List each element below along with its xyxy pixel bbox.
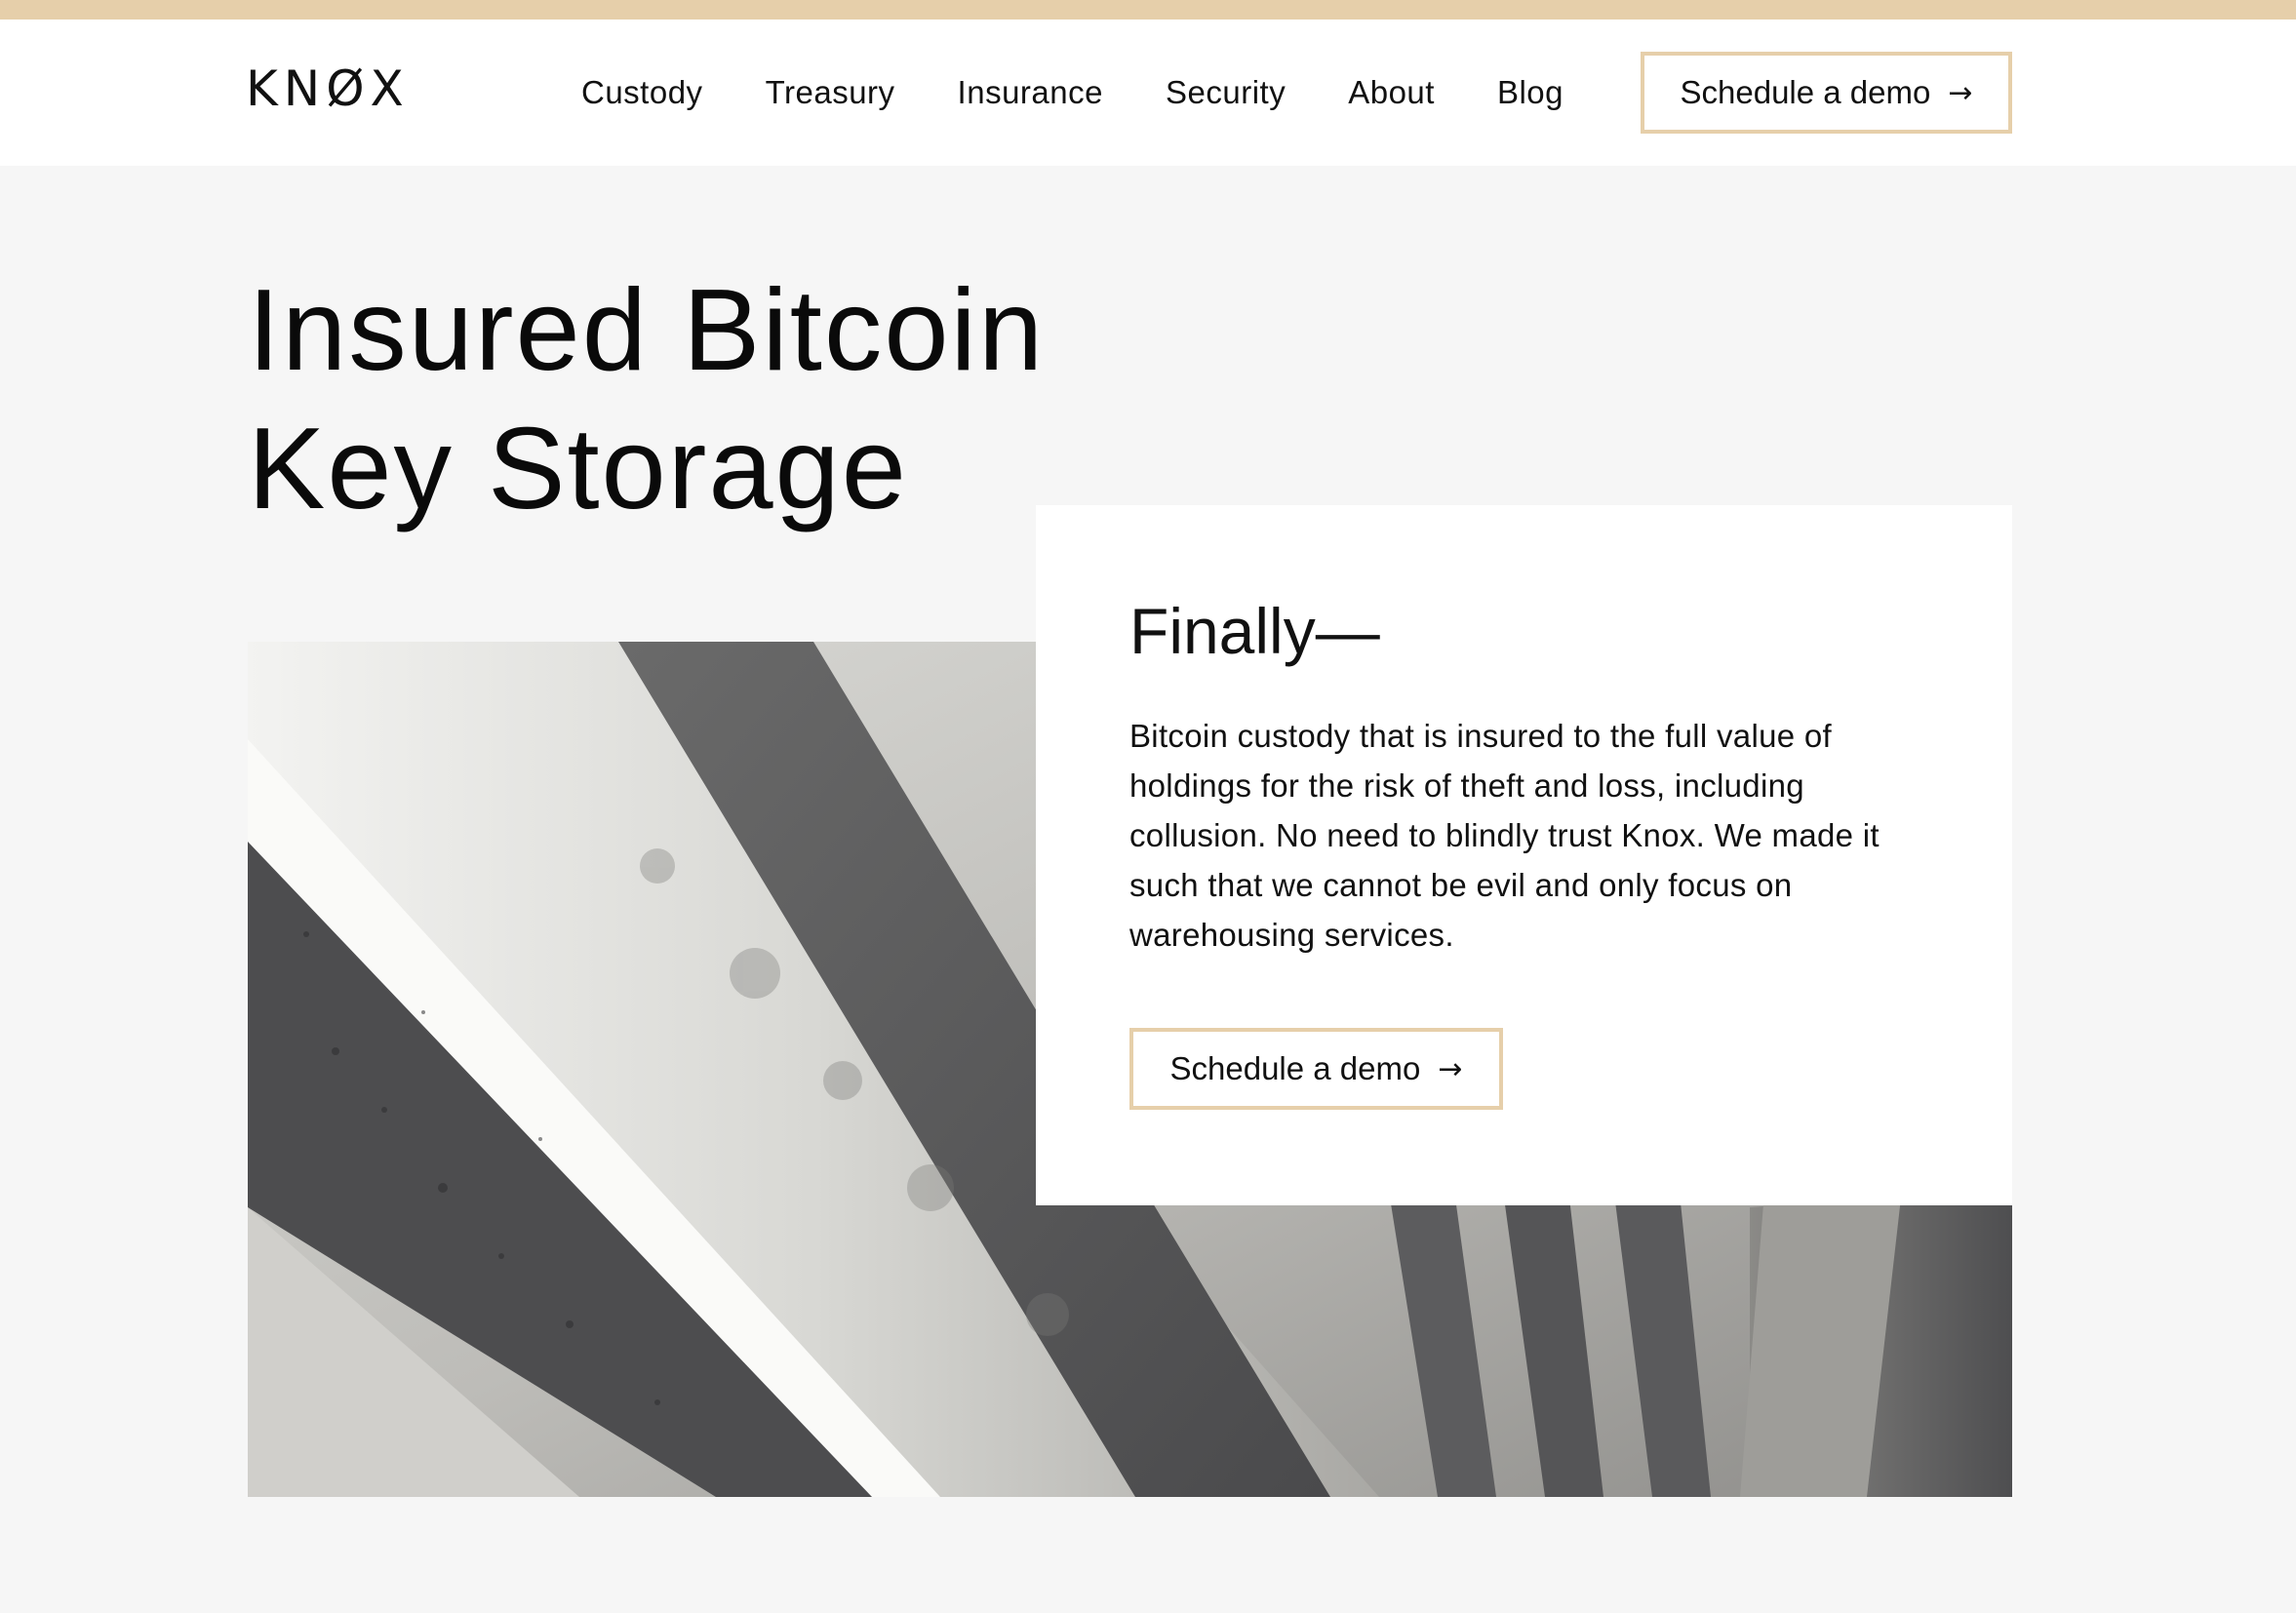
header-schedule-demo-label: Schedule a demo (1680, 74, 1931, 110)
site-header: KNØX Custody Treasury Insurance Security… (0, 20, 2296, 166)
hero-title-line-1: Insured Bitcoin (248, 265, 1046, 395)
nav-link-treasury[interactable]: Treasury (766, 74, 895, 111)
arrow-right-icon: → (1438, 1051, 1463, 1086)
nav-link-custody[interactable]: Custody (581, 74, 703, 111)
card-schedule-demo-button[interactable]: Schedule a demo → (1129, 1028, 1503, 1110)
arrow-right-icon: → (1948, 75, 1973, 110)
nav-link-about[interactable]: About (1348, 74, 1435, 111)
card-schedule-demo-label: Schedule a demo (1169, 1050, 1421, 1086)
main-nav: Custody Treasury Insurance Security Abou… (581, 20, 1564, 166)
hero-title: Insured Bitcoin Key Storage (248, 261, 1045, 538)
nav-link-blog[interactable]: Blog (1497, 74, 1564, 111)
nav-link-security[interactable]: Security (1166, 74, 1286, 111)
knox-logo[interactable]: KNØX (246, 64, 410, 113)
accent-top-strip (0, 0, 2296, 20)
intro-card: Finally— Bitcoin custody that is insured… (1036, 505, 2012, 1205)
hero-title-line-2: Key Storage (248, 404, 908, 533)
nav-link-insurance[interactable]: Insurance (958, 74, 1103, 111)
card-heading: Finally— (1129, 595, 1380, 667)
card-body-text: Bitcoin custody that is insured to the f… (1129, 718, 1880, 954)
header-schedule-demo-button[interactable]: Schedule a demo → (1641, 52, 2012, 134)
